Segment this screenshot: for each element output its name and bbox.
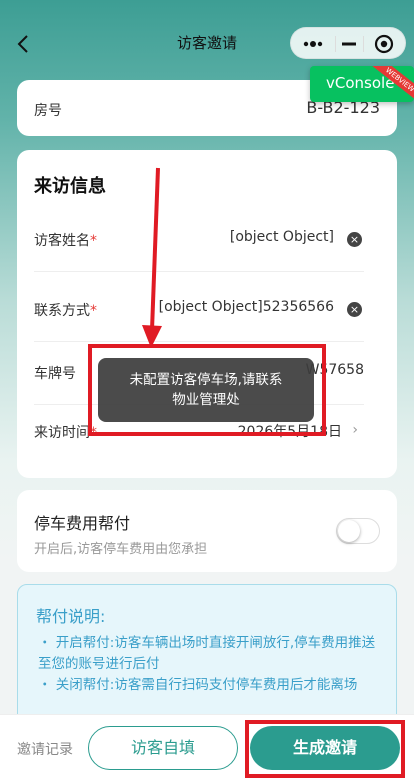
more-dots-icon	[303, 41, 323, 47]
info-item: ・ 开启帮付:访客车辆出场时直接开闸放行,停车费用推送至您的账号进行后付	[38, 635, 376, 672]
info-title: 帮付说明:	[36, 607, 106, 626]
visit-info-title: 来访信息	[34, 176, 106, 197]
minus-icon	[342, 42, 356, 46]
contact-value[interactable]: [object Object]52356566	[159, 299, 334, 315]
contact-row[interactable]: 联系方式* [object Object]52356566 ×	[34, 280, 364, 342]
subsidy-title: 停车费用帮付	[34, 514, 131, 533]
parking-subsidy-card: 停车费用帮付 开启后,访客停车费用由您承担	[17, 490, 397, 572]
subsidy-desc: 开启后,访客停车费用由您承担	[34, 542, 208, 557]
annotation-arrow-icon	[142, 167, 162, 348]
room-label: 房号	[34, 103, 62, 119]
chevron-right-icon: ›	[352, 422, 358, 438]
subsidy-toggle[interactable]	[336, 518, 380, 544]
annotation-box-button	[245, 720, 405, 778]
vconsole-button[interactable]: vConsole WEBVIEW	[310, 66, 414, 102]
close-app-button[interactable]	[364, 28, 407, 60]
vconsole-label: vConsole	[326, 74, 395, 92]
target-circle-icon	[374, 34, 394, 54]
info-item: ・ 关闭帮付:访客需自行扫码支付停车费用后才能离场	[38, 677, 358, 693]
mini-program-capsule	[290, 27, 406, 59]
plate-label: 车牌号	[34, 366, 76, 382]
invite-record-link[interactable]: 邀请记录	[17, 739, 73, 759]
clear-icon[interactable]: ×	[347, 232, 362, 247]
minimize-button[interactable]	[336, 28, 362, 60]
visitor-name-value[interactable]: [object Object]	[230, 229, 334, 245]
visitor-name-row[interactable]: 访客姓名* [object Object] ×	[34, 210, 364, 272]
clear-icon[interactable]: ×	[347, 302, 362, 317]
visitor-name-label: 访客姓名*	[34, 233, 97, 249]
annotation-box-toast	[88, 344, 326, 436]
visitor-self-fill-button[interactable]: 访客自填	[88, 726, 238, 770]
more-menu-button[interactable]	[291, 28, 335, 60]
toggle-knob	[338, 520, 360, 542]
contact-label: 联系方式*	[34, 303, 97, 319]
